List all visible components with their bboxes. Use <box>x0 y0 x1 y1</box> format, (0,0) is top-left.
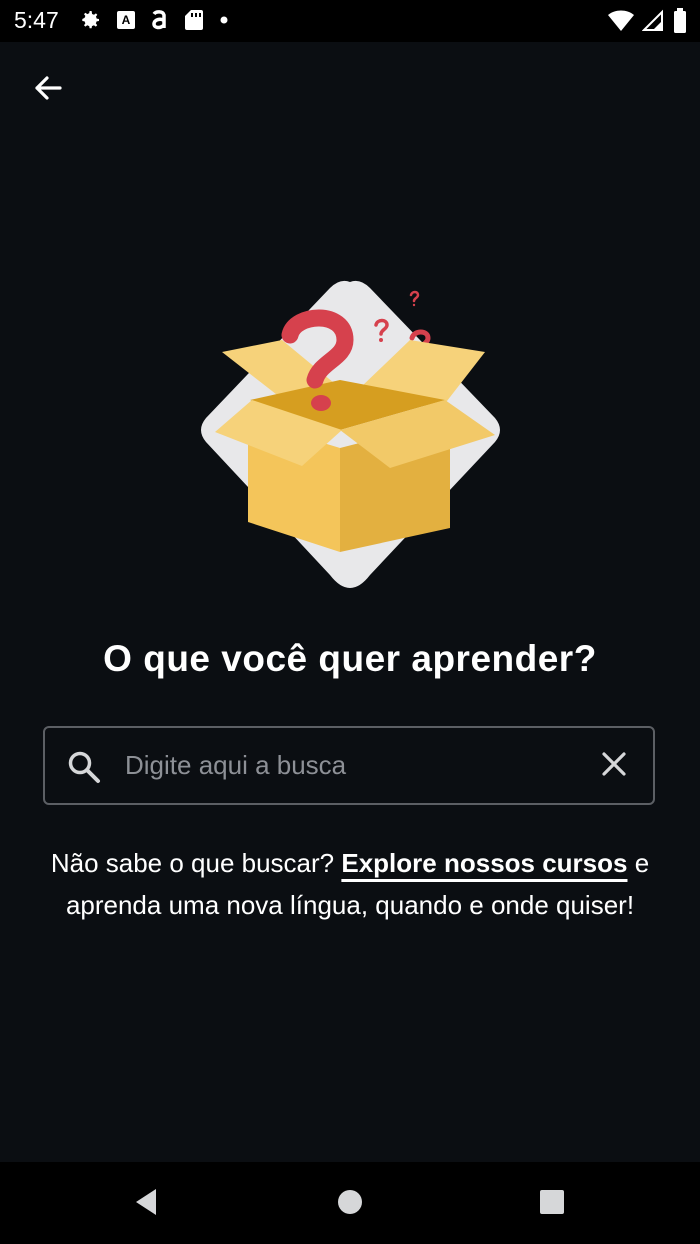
status-icons-right <box>608 8 688 34</box>
sd-card-icon <box>184 8 204 32</box>
status-icons-left: A <box>78 8 230 32</box>
app-a-icon <box>150 8 170 32</box>
status-bar: 5:47 A <box>0 0 700 42</box>
nav-back-button[interactable] <box>126 1184 166 1224</box>
system-nav-bar <box>0 1162 700 1244</box>
back-triangle-icon <box>132 1187 160 1222</box>
clear-button[interactable] <box>595 747 633 785</box>
wifi-icon <box>608 9 634 33</box>
dot-icon <box>218 14 230 26</box>
home-circle-icon <box>336 1188 364 1221</box>
search-input[interactable] <box>125 728 585 803</box>
font-badge-icon: A <box>116 10 136 30</box>
help-text: Não sabe o que buscar? Explore nossos cu… <box>50 842 650 926</box>
gear-icon <box>78 8 102 32</box>
battery-icon <box>672 8 688 34</box>
arrow-left-icon <box>32 72 64 109</box>
page-title: O que você quer aprender? <box>103 638 597 679</box>
nav-home-button[interactable] <box>330 1184 370 1224</box>
cellular-signal-icon <box>642 9 664 33</box>
svg-text:A: A <box>122 13 131 27</box>
search-box[interactable] <box>43 726 655 805</box>
explore-courses-link[interactable]: Explore nossos cursos <box>341 848 627 878</box>
status-time: 5:47 <box>14 7 59 33</box>
nav-recents-button[interactable] <box>532 1184 572 1224</box>
back-button[interactable] <box>22 64 74 116</box>
help-text-before: Não sabe o que buscar? <box>50 848 342 878</box>
close-icon <box>601 751 627 782</box>
screen: 5:47 A O que você quer aprender? Digite … <box>0 0 700 1244</box>
recents-square-icon <box>539 1189 565 1220</box>
open-box-illustration <box>190 270 510 600</box>
search-icon <box>67 750 101 789</box>
